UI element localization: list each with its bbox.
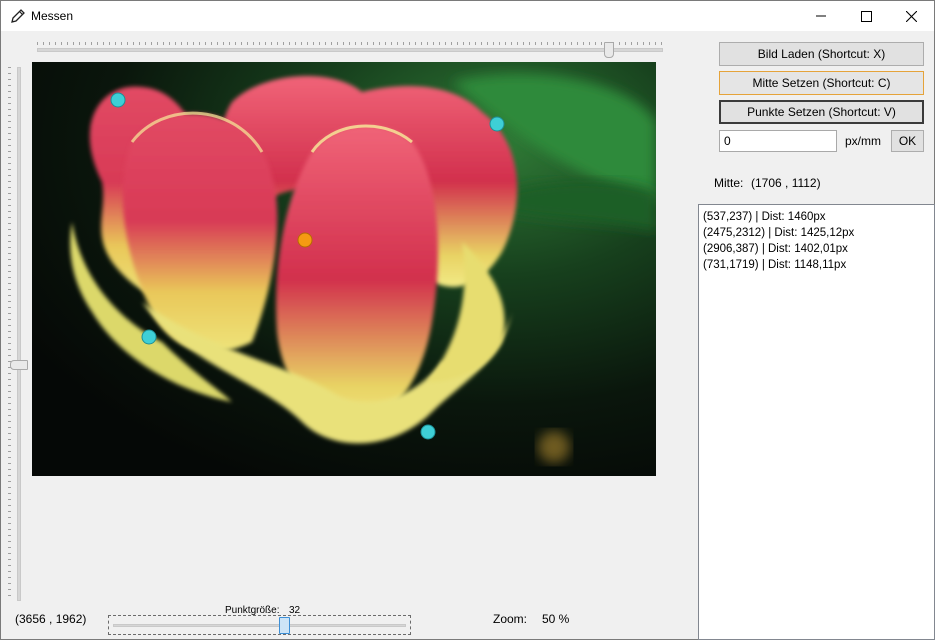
set-center-button[interactable]: Mitte Setzen (Shortcut: C) [719, 71, 924, 95]
slider-ticks [8, 67, 11, 596]
zoom-slider-horizontal[interactable] [37, 41, 663, 59]
center-value: (1706 , 1112) [751, 176, 821, 190]
list-item[interactable]: (731,1719) | Dist: 1148,11px [703, 257, 930, 273]
close-icon [905, 10, 917, 22]
flower-photo [32, 62, 656, 476]
zoom-label: Zoom: [493, 612, 528, 626]
minimize-button[interactable] [798, 1, 844, 31]
point-marker[interactable] [110, 92, 126, 108]
cursor-coordinates: (3656 , 1962) [15, 612, 87, 626]
maximize-icon [860, 10, 872, 22]
window-title: Messen [31, 9, 74, 23]
point-marker[interactable] [489, 116, 505, 132]
scale-unit-label: px/mm [845, 134, 881, 148]
close-button[interactable] [888, 1, 934, 31]
ok-button[interactable]: OK [891, 130, 924, 152]
slider-track [37, 48, 663, 52]
point-size-slider[interactable] [108, 615, 411, 635]
scale-input[interactable]: 0 [719, 130, 837, 152]
point-marker[interactable] [141, 329, 157, 345]
zoom-value: 50 % [542, 612, 570, 626]
slider-track [17, 67, 21, 601]
set-points-button[interactable]: Punkte Setzen (Shortcut: V) [719, 100, 924, 124]
slider-track [113, 624, 406, 627]
vertical-slider[interactable] [7, 67, 28, 601]
list-item[interactable]: (537,237) | Dist: 1460px [703, 209, 930, 225]
slider-thumb[interactable] [279, 617, 291, 634]
minimize-icon [816, 15, 826, 17]
title-bar: Messen [1, 1, 934, 31]
slider-thumb[interactable] [603, 42, 614, 58]
load-image-button[interactable]: Bild Laden (Shortcut: X) [719, 42, 924, 66]
list-item[interactable]: (2906,387) | Dist: 1402,01px [703, 241, 930, 257]
center-marker[interactable] [297, 232, 313, 248]
maximize-button[interactable] [843, 1, 889, 31]
point-marker[interactable] [420, 424, 436, 440]
points-list[interactable]: (537,237) | Dist: 1460px (2475,2312) | D… [698, 204, 935, 640]
image-canvas[interactable] [32, 62, 656, 476]
slider-thumb[interactable] [10, 360, 28, 371]
measure-window: Messen Bild Laden (Shortcut: X) Mitte Se… [0, 0, 935, 640]
center-label: Mitte: [714, 176, 744, 190]
slider-ticks [37, 42, 662, 45]
ruler-pencil-icon [11, 9, 25, 23]
list-item[interactable]: (2475,2312) | Dist: 1425,12px [703, 225, 930, 241]
